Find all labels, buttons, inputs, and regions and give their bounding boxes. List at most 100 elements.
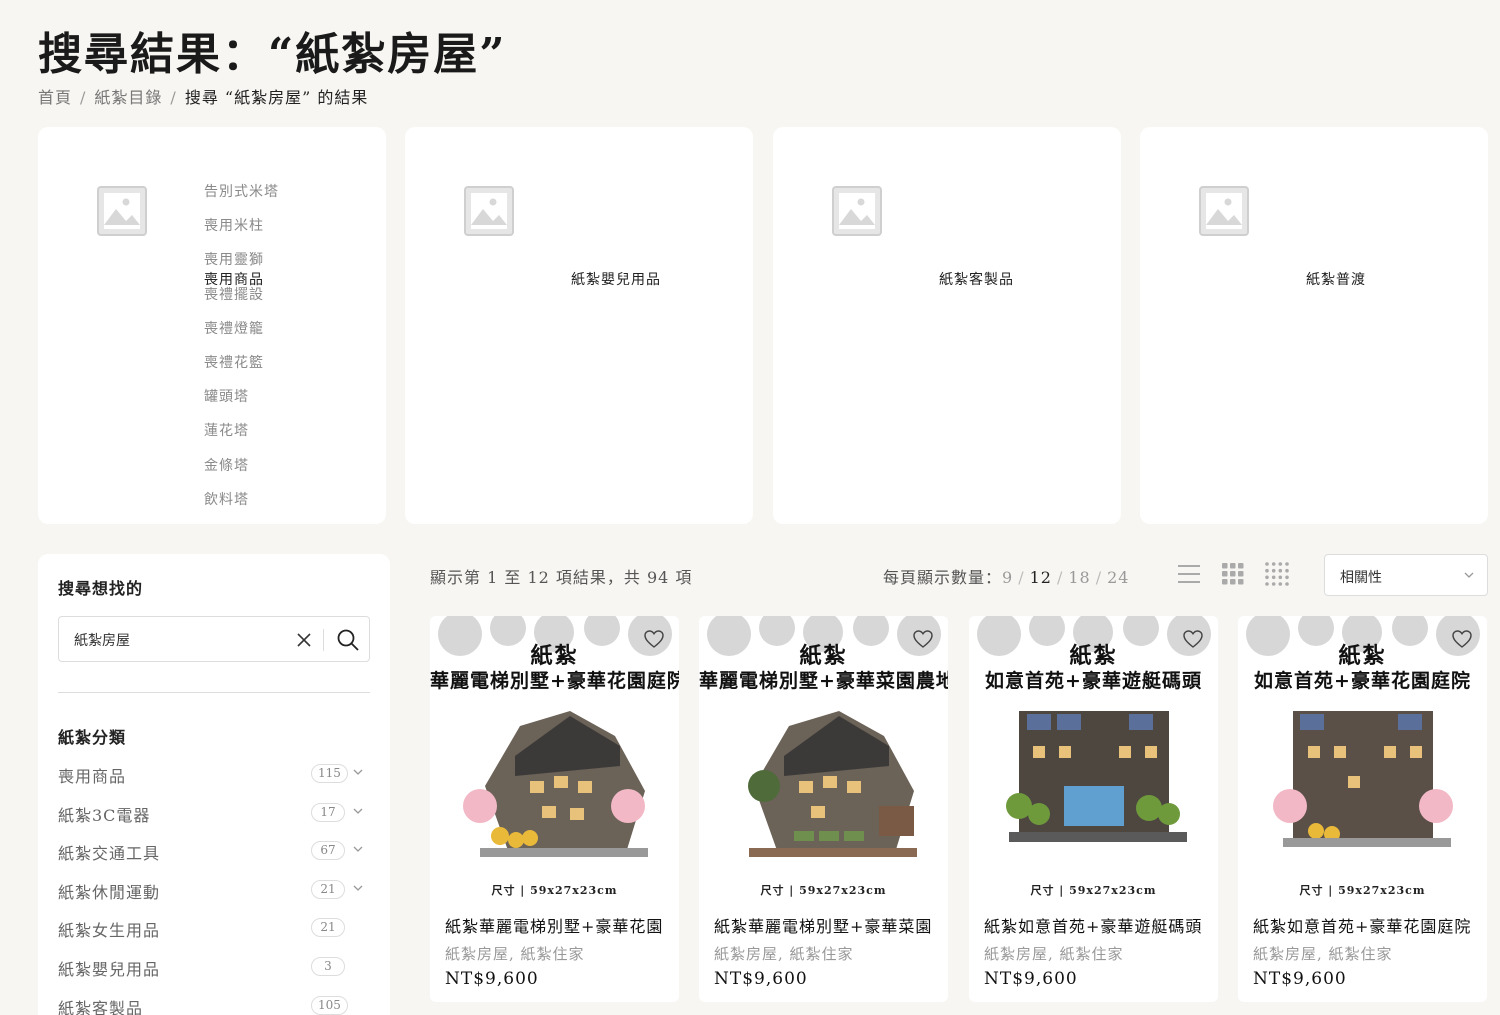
breadcrumb-separator: / <box>80 88 87 107</box>
per-page-option[interactable]: 24 <box>1107 568 1129 587</box>
breadcrumb-separator: / <box>170 88 177 107</box>
subcategory-link[interactable]: 蓮花塔 <box>204 414 279 448</box>
product-price: NT$9,600 <box>984 969 1078 989</box>
chevron-down-icon[interactable] <box>352 882 364 894</box>
category-filter-item[interactable]: 紙紮3C電器 17 <box>58 793 370 832</box>
product-size: 尺寸 | 59x27x23cm <box>1299 884 1426 897</box>
product-image-headline: 華麗電梯別墅+豪華花園庭院 <box>430 670 679 692</box>
product-size: 尺寸 | 59x27x23cm <box>491 884 618 897</box>
image-placeholder-icon <box>832 186 882 236</box>
product-price: NT$9,600 <box>445 969 539 989</box>
sort-select[interactable]: 相關性 <box>1324 554 1488 596</box>
product-card[interactable]: 紙紮 華麗電梯別墅+豪華花園庭院 尺寸 | 59x27x23cm 紙紮華麗電梯別… <box>430 616 679 1002</box>
chevron-down-icon[interactable] <box>352 766 364 778</box>
product-name[interactable]: 紙紮如意首苑+豪華遊艇碼頭 <box>984 913 1202 937</box>
per-page-option[interactable]: 18 <box>1068 568 1090 587</box>
category-filter-item[interactable]: 紙紮休閒運動 21 <box>58 870 370 909</box>
per-page-selector: 每頁顯示數量：9/12/18/24 <box>883 564 1129 588</box>
subcategory-link[interactable]: 喪用米柱 <box>204 209 279 243</box>
heart-icon[interactable] <box>1182 628 1204 650</box>
product-categories[interactable]: 紙紮房屋, 紙紮住家 <box>445 943 585 964</box>
chevron-down-icon[interactable] <box>352 805 364 817</box>
filter-label[interactable]: 喪用商品 <box>58 763 126 787</box>
chevron-down-icon[interactable] <box>352 843 364 855</box>
search-divider <box>323 629 324 651</box>
sidebar-search-title: 搜尋想找的 <box>58 579 144 598</box>
sidebar: 搜尋想找的 紙紮房屋 紙紮分類 喪用商品 115 紙紮3C電器 17 紙紮交通工… <box>38 554 390 1015</box>
category-filter-item[interactable]: 紙紮嬰兒用品 3 <box>58 947 370 986</box>
subcategory-link[interactable]: 罐頭塔 <box>204 380 279 414</box>
heart-icon[interactable] <box>643 628 665 650</box>
filter-label[interactable]: 紙紮交通工具 <box>58 840 160 864</box>
product-size: 尺寸 | 59x27x23cm <box>760 884 887 897</box>
heart-icon[interactable] <box>1451 628 1473 650</box>
category-filter-item[interactable]: 紙紮交通工具 67 <box>58 831 370 870</box>
chevron-down-icon <box>1464 572 1474 578</box>
page-title: 搜尋結果：“紙紮房屋” <box>38 29 507 80</box>
filter-label[interactable]: 紙紮休閒運動 <box>58 879 160 903</box>
subcategory-link[interactable]: 喪用靈獅 <box>204 243 279 277</box>
category-filter-item[interactable]: 紙紮女生用品 21 <box>58 908 370 947</box>
filter-count-badge: 21 <box>311 879 345 899</box>
breadcrumb-current: 搜尋 “紙紮房屋” 的結果 <box>184 88 369 107</box>
subcategory-link[interactable]: 喪禮花籃 <box>204 346 279 380</box>
filter-count-badge: 67 <box>311 841 345 861</box>
filter-count-badge: 21 <box>311 918 345 938</box>
subcategory-link[interactable]: 喪禮擺設 <box>204 278 279 312</box>
filter-label[interactable]: 紙紮女生用品 <box>58 917 160 941</box>
filter-label[interactable]: 紙紮嬰兒用品 <box>58 956 160 980</box>
clear-icon[interactable] <box>293 629 315 651</box>
product-card[interactable]: 紙紮 華麗電梯別墅+豪華菜園農地 尺寸 | 59x27x23cm 紙紮華麗電梯別… <box>699 616 948 1002</box>
breadcrumb: 首頁 / 紙紮目錄 / 搜尋 “紙紮房屋” 的結果 <box>38 84 368 108</box>
product-image-headline: 如意首苑+豪華遊艇碼頭 <box>985 670 1202 692</box>
product-categories[interactable]: 紙紮房屋, 紙紮住家 <box>1253 943 1393 964</box>
heart-icon[interactable] <box>912 628 934 650</box>
product-image-headline: 如意首苑+豪華花園庭院 <box>1254 670 1471 692</box>
grid-4-view-icon[interactable] <box>1264 561 1290 587</box>
subcategory-link[interactable]: 告別式米塔 <box>204 175 279 209</box>
category-card-pudu[interactable]: 紙紮普渡 <box>1140 127 1488 524</box>
subcategory-link[interactable]: 金條塔 <box>204 449 279 483</box>
product-name[interactable]: 紙紮如意首苑+豪華花園庭院 <box>1253 913 1471 937</box>
product-categories[interactable]: 紙紮房屋, 紙紮住家 <box>714 943 854 964</box>
product-size: 尺寸 | 59x27x23cm <box>1030 884 1157 897</box>
list-view-icon[interactable] <box>1176 561 1202 587</box>
category-filter-list: 喪用商品 115 紙紮3C電器 17 紙紮交通工具 67 紙紮休閒運動 21 紙… <box>58 754 370 1015</box>
breadcrumb-home[interactable]: 首頁 <box>38 88 72 107</box>
category-filter-item[interactable]: 紙紮客製品 105 <box>58 986 370 1015</box>
category-filter-item[interactable]: 喪用商品 115 <box>58 754 370 793</box>
breadcrumb-catalog[interactable]: 紙紮目錄 <box>94 88 162 107</box>
search-icon[interactable] <box>335 627 361 653</box>
grid-3-view-icon[interactable] <box>1220 561 1246 587</box>
product-card[interactable]: 紙紮 如意首苑+豪華遊艇碼頭 尺寸 | 59x27x23cm 紙紮如意首苑+豪華… <box>969 616 1218 1002</box>
category-card-custom[interactable]: 紙紮客製品 <box>773 127 1121 524</box>
per-page-separator: / <box>1056 568 1064 587</box>
image-placeholder-icon <box>1199 186 1249 236</box>
product-categories[interactable]: 紙紮房屋, 紙紮住家 <box>984 943 1124 964</box>
category-card-funeral[interactable]: 喪用商品 告別式米塔 喪用米柱 喪用靈獅 喪禮擺設 喪禮燈籠 喪禮花籃 罐頭塔 … <box>38 127 386 524</box>
filter-label[interactable]: 紙紮客製品 <box>58 995 143 1015</box>
image-placeholder-icon <box>97 186 147 236</box>
filter-count-badge: 115 <box>311 764 348 783</box>
filter-label[interactable]: 紙紮3C電器 <box>58 802 150 826</box>
product-card[interactable]: 紙紮 如意首苑+豪華花園庭院 尺寸 | 59x27x23cm 紙紮如意首苑+豪華… <box>1238 616 1487 1002</box>
product-price: NT$9,600 <box>714 969 808 989</box>
category-filter-heading: 紙紮分類 <box>58 728 127 747</box>
category-title[interactable]: 紙紮普渡 <box>1306 269 1366 289</box>
sidebar-divider <box>58 692 370 693</box>
filter-count-badge: 105 <box>311 995 348 1015</box>
per-page-option[interactable]: 9 <box>1002 568 1013 587</box>
search-input-value[interactable]: 紙紮房屋 <box>74 630 130 650</box>
product-name[interactable]: 紙紮華麗電梯別墅+豪華菜園 <box>714 913 932 937</box>
category-title[interactable]: 紙紮嬰兒用品 <box>571 269 661 289</box>
category-card-baby[interactable]: 紙紮嬰兒用品 <box>405 127 753 524</box>
per-page-option-active[interactable]: 12 <box>1030 568 1052 587</box>
product-name[interactable]: 紙紮華麗電梯別墅+豪華花園 <box>445 913 663 937</box>
subcategory-link[interactable]: 飲料塔 <box>204 483 279 517</box>
per-page-separator: / <box>1018 568 1025 587</box>
search-input[interactable]: 紙紮房屋 <box>58 616 370 662</box>
category-title[interactable]: 紙紮客製品 <box>939 269 1014 289</box>
subcategory-link[interactable]: 喪禮燈籠 <box>204 312 279 346</box>
per-page-separator: / <box>1095 568 1103 587</box>
filter-count-badge: 17 <box>311 802 345 822</box>
